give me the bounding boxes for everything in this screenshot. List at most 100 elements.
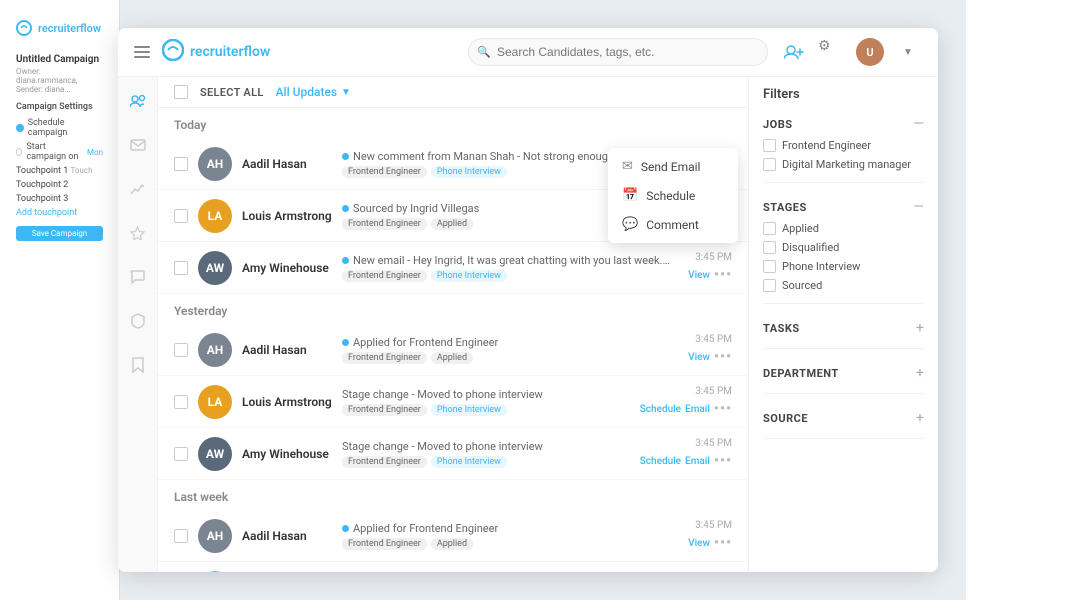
filter-section-header-tasks[interactable]: TASKS+	[763, 316, 924, 340]
filter-item[interactable]: Disqualified	[763, 238, 924, 257]
filter-checkbox[interactable]	[763, 158, 776, 171]
sidebar-icon-analytics[interactable]	[124, 175, 152, 203]
context-menu-item-comment[interactable]: 💬Comment	[608, 210, 738, 239]
filter-item[interactable]: Digital Marketing manager	[763, 155, 924, 174]
context-menu-item-label: Comment	[646, 218, 699, 232]
sidebar-icon-email[interactable]	[124, 131, 152, 159]
feed-item-checkbox[interactable]	[174, 261, 188, 275]
feed-action-view-button[interactable]: View	[688, 352, 710, 363]
feed-item: AWAmy WinehouseNew email - Hey Ingrid, I…	[158, 242, 748, 294]
feed-item-checkbox[interactable]	[174, 343, 188, 357]
filter-section-header-department[interactable]: DEPARTMENT +	[763, 361, 924, 385]
filter-checkbox[interactable]	[763, 260, 776, 273]
feed-item-more-button[interactable]: •••	[714, 453, 732, 469]
feed-item-checkbox[interactable]	[174, 395, 188, 409]
feed-tag: Phone Interview	[431, 270, 507, 282]
feed-item-time: 3:45 PM	[695, 520, 732, 531]
feed-action-email-button[interactable]: Email	[685, 456, 710, 467]
sidebar-icon-chat[interactable]	[124, 263, 152, 291]
feed-item-checkbox[interactable]	[174, 529, 188, 543]
filter-expand-icon[interactable]: +	[916, 410, 924, 426]
feed-tag: Frontend Engineer	[342, 352, 427, 364]
filter-checkbox[interactable]	[763, 139, 776, 152]
feed-item-name[interactable]: Amy Winehouse	[242, 447, 342, 461]
feed-item-right: 3:45 PMScheduleEmail•••	[640, 438, 732, 469]
bg-tp3: Touchpoint 3	[10, 192, 109, 206]
feed-item-checkbox[interactable]	[174, 209, 188, 223]
filter-label: Sourced	[782, 279, 822, 292]
filter-section-department: DEPARTMENT +	[763, 361, 924, 394]
sidebar-icon-people[interactable]	[124, 87, 152, 115]
settings-icon[interactable]: ⚙	[818, 38, 846, 66]
filter-item[interactable]: Applied	[763, 219, 924, 238]
add-candidate-icon[interactable]	[780, 38, 808, 66]
feed-item-name[interactable]: Amy Winehouse	[242, 261, 342, 275]
filter-item[interactable]: Frontend Engineer	[763, 136, 924, 155]
feed-action-schedule-button[interactable]: Schedule	[640, 404, 681, 415]
feed-item-name[interactable]: Aadil Hasan	[242, 529, 342, 543]
filter-section-source: SOURCE+	[763, 406, 924, 439]
search-input[interactable]	[468, 38, 768, 66]
filter-expand-icon[interactable]: +	[916, 365, 924, 381]
filter-expand-icon[interactable]: +	[916, 320, 924, 336]
feed-info-col: Applied for Frontend EngineerFrontend En…	[342, 522, 680, 550]
select-all-checkbox[interactable]	[174, 85, 188, 99]
filter-divider	[763, 393, 924, 394]
feed-item-checkbox[interactable]	[174, 157, 188, 171]
feed-item-name[interactable]: Aadil Hasan	[242, 157, 342, 171]
feed-info-col: Stage change - Moved to phone interviewF…	[342, 388, 632, 416]
feed-item-more-button[interactable]: •••	[714, 401, 732, 417]
feed-action-email-button[interactable]: Email	[685, 404, 710, 415]
feed-tag: Phone Interview	[431, 456, 507, 468]
filter-section-header-source[interactable]: SOURCE+	[763, 406, 924, 430]
filter-section-title: DEPARTMENT	[763, 367, 839, 380]
bg-logo: recruiterflow	[10, 10, 109, 46]
feed-item-name[interactable]: Louis Armstrong	[242, 395, 342, 409]
filter-section-header-jobs[interactable]: JOBS —	[763, 112, 924, 136]
section-label-yesterday: Yesterday	[158, 294, 748, 324]
sidebar-icon-bookmark[interactable]	[124, 351, 152, 379]
user-avatar[interactable]: U	[856, 38, 884, 66]
feed-item-more-button[interactable]: •••	[714, 535, 732, 551]
feed-item-actions: Schedule Email •••	[640, 453, 732, 469]
filter-collapse-icon[interactable]: —	[913, 199, 924, 215]
all-updates-button[interactable]: All Updates ▼	[276, 85, 351, 99]
filter-checkbox[interactable]	[763, 222, 776, 235]
feed-item-name[interactable]: Aadil Hasan	[242, 343, 342, 357]
card-sidebar	[118, 77, 158, 572]
bg-start-radio: Start campaign on Mon	[10, 140, 109, 164]
dropdown-chevron-icon[interactable]: ▼	[894, 38, 922, 66]
feed-tag: Frontend Engineer	[342, 538, 427, 550]
filter-section-tasks: TASKS+	[763, 316, 924, 349]
context-menu-item-schedule[interactable]: 📅Schedule	[608, 181, 738, 210]
feed-action-view-button[interactable]: View	[688, 270, 710, 281]
context-menu: ✉Send Email📅Schedule💬Comment	[608, 148, 738, 243]
filter-checkbox[interactable]	[763, 279, 776, 292]
filter-section-title: JOBS	[763, 118, 793, 131]
sidebar-icon-shield[interactable]	[124, 307, 152, 335]
feed-action-schedule-button[interactable]: Schedule	[640, 456, 681, 467]
bg-campaign-sub: Owner: diana.rammanca, Sender: diana...	[10, 67, 109, 94]
feed-action-view-button[interactable]: View	[688, 538, 710, 549]
feed-item-actions: View •••	[688, 267, 732, 283]
search-icon: 🔍	[477, 46, 491, 59]
feed-info-col: Stage change - Moved to phone interviewF…	[342, 440, 632, 468]
filter-collapse-icon[interactable]: —	[913, 116, 924, 132]
select-all-label[interactable]: SELECT ALL	[200, 86, 264, 99]
sidebar-icon-star[interactable]	[124, 219, 152, 247]
context-menu-item-send-email[interactable]: ✉Send Email	[608, 152, 738, 181]
feed-item-more-button[interactable]: •••	[714, 267, 732, 283]
filter-item[interactable]: Sourced	[763, 276, 924, 295]
filter-checkbox[interactable]	[763, 241, 776, 254]
section-label-last-week: Last week	[158, 480, 748, 510]
feed-item-name[interactable]: Louis Armstrong	[242, 209, 342, 223]
bg-tp2: Touchpoint 2	[10, 178, 109, 192]
chevron-down-icon: ▼	[341, 87, 351, 98]
filter-item[interactable]: Phone Interview	[763, 257, 924, 276]
feed-item-checkbox[interactable]	[174, 447, 188, 461]
feed-item-more-button[interactable]: •••	[714, 349, 732, 365]
filter-section-header-stages[interactable]: STAGES—	[763, 195, 924, 219]
filter-label: Frontend Engineer	[782, 139, 871, 152]
feed-tag: Phone Interview	[431, 404, 507, 416]
hamburger-icon[interactable]	[134, 46, 150, 58]
